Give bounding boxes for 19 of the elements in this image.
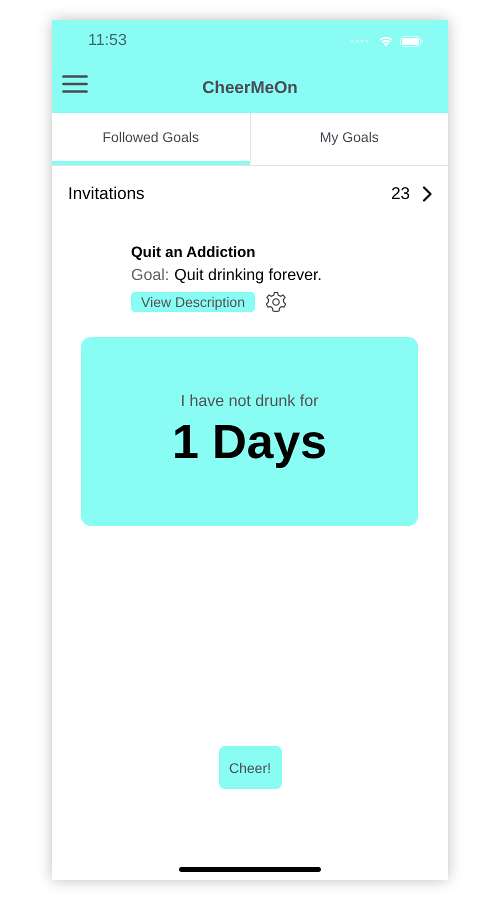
counter-value: 1 Days xyxy=(172,415,327,470)
counter-caption: I have not drunk for xyxy=(180,393,318,411)
battery-icon xyxy=(400,36,424,46)
app-title: CheerMeOn xyxy=(202,78,298,98)
menu-button[interactable] xyxy=(60,73,90,95)
menu-icon xyxy=(62,75,88,93)
cheer-button[interactable]: Cheer! xyxy=(218,746,282,789)
goal-label: Goal: xyxy=(131,267,170,285)
chevron-right-icon[interactable] xyxy=(422,186,432,202)
invitations-label: Invitations xyxy=(68,184,145,204)
status-time: 11:53 xyxy=(88,32,127,50)
tab[interactable]: My Goals xyxy=(250,113,448,165)
settings-icon[interactable] xyxy=(265,291,288,313)
wifi-icon xyxy=(378,35,394,47)
goal-category: Quit an Addiction xyxy=(131,244,256,261)
invitations-count: 23 xyxy=(391,184,410,204)
goal-text: Quit drinking forever. xyxy=(174,267,322,285)
view-description-button[interactable]: View Description xyxy=(131,292,256,312)
tab[interactable]: Followed Goals xyxy=(52,113,250,165)
